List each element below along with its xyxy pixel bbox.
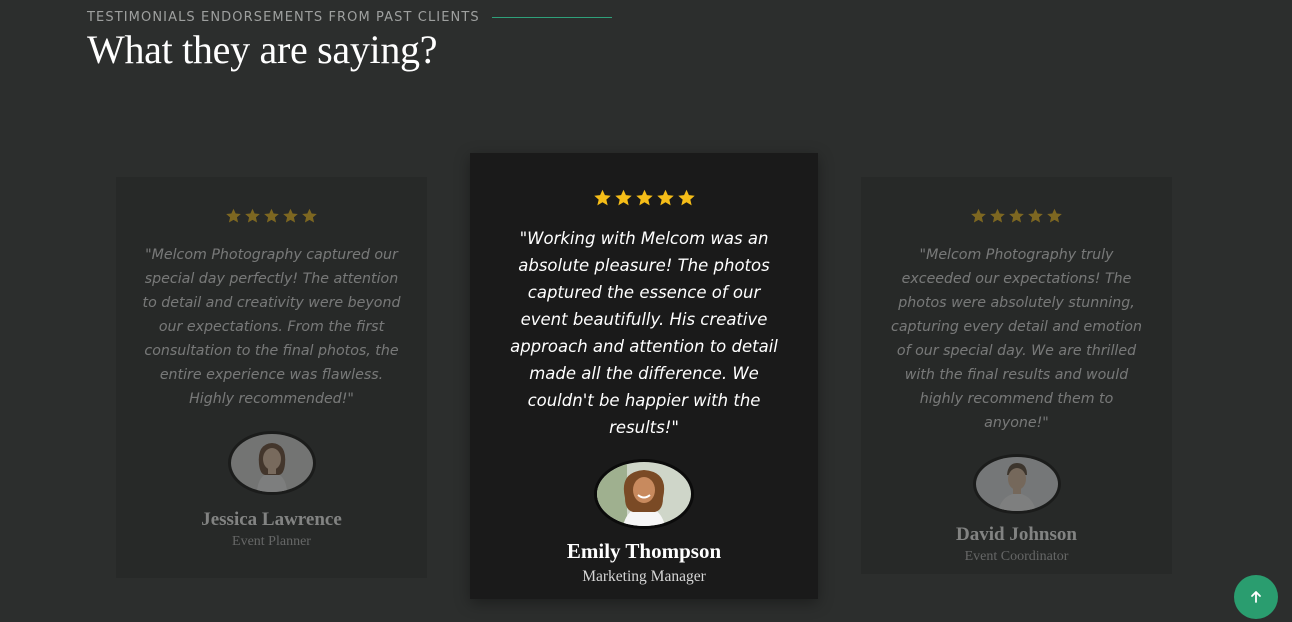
client-role: Marketing Manager bbox=[582, 568, 706, 585]
star-icon bbox=[990, 208, 1005, 223]
star-icon bbox=[245, 208, 260, 223]
scroll-to-top-button[interactable] bbox=[1234, 575, 1278, 619]
man-portrait-icon bbox=[975, 457, 1058, 511]
star-icon bbox=[302, 208, 317, 223]
star-icon bbox=[971, 208, 986, 223]
testimonial-quote: "Melcom Photography truly exceeded our e… bbox=[891, 247, 1142, 431]
testimonial-quote: "Working with Melcom was an absolute ple… bbox=[510, 229, 778, 437]
avatar bbox=[594, 459, 694, 529]
section-title: What they are saying? bbox=[87, 27, 438, 72]
rating-stars bbox=[470, 189, 818, 207]
star-icon bbox=[635, 189, 653, 206]
star-icon bbox=[656, 189, 674, 206]
star-icon bbox=[1028, 208, 1043, 223]
testimonial-card-content: "Melcom Photography truly exceeded our e… bbox=[861, 208, 1172, 565]
client-name: Emily Thompson bbox=[566, 539, 722, 563]
client-role: Event Coordinator bbox=[964, 549, 1069, 564]
eyebrow-row: TESTIMONIALS ENDORSEMENTS FROM PAST CLIE… bbox=[87, 10, 612, 25]
avatar bbox=[972, 454, 1061, 514]
testimonial-card-center[interactable]: "Working with Melcom was an absolute ple… bbox=[470, 153, 818, 599]
woman-portrait-icon bbox=[230, 434, 313, 492]
testimonial-quote: "Melcom Photography captured our special… bbox=[142, 247, 401, 407]
avatar bbox=[227, 431, 316, 495]
star-icon bbox=[226, 208, 241, 223]
star-icon bbox=[283, 208, 298, 223]
star-icon bbox=[264, 208, 279, 223]
client-name: David Johnson bbox=[956, 524, 1077, 545]
rating-stars bbox=[116, 208, 427, 224]
section-eyebrow: TESTIMONIALS ENDORSEMENTS FROM PAST CLIE… bbox=[87, 10, 480, 25]
client-name: Jessica Lawrence bbox=[201, 509, 342, 530]
testimonial-card-left[interactable]: "Melcom Photography captured our special… bbox=[116, 177, 427, 578]
star-icon bbox=[1047, 208, 1062, 223]
arrow-up-icon bbox=[1251, 591, 1261, 603]
testimonial-card-content: "Melcom Photography captured our special… bbox=[116, 208, 427, 550]
woman-portrait-curly-hair-icon bbox=[597, 462, 691, 526]
testimonial-card-right[interactable]: "Melcom Photography truly exceeded our e… bbox=[861, 177, 1172, 574]
star-icon bbox=[593, 189, 611, 206]
star-icon bbox=[677, 189, 695, 206]
star-icon bbox=[614, 189, 632, 206]
eyebrow-divider bbox=[491, 17, 612, 18]
star-icon bbox=[1009, 208, 1024, 223]
rating-stars bbox=[861, 208, 1172, 224]
client-role: Event Planner bbox=[232, 534, 311, 549]
